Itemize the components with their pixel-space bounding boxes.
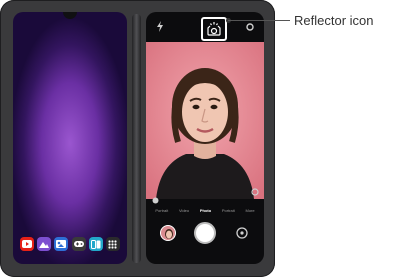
mode-item[interactable]: Portrait <box>222 208 235 213</box>
dual-screen-phone: Portrait Video Photo Portrait More <box>0 0 275 277</box>
mode-item[interactable]: Video <box>179 208 189 213</box>
youtube-icon[interactable] <box>20 237 34 251</box>
gallery-icon[interactable] <box>54 237 69 251</box>
camera-mode-bar: Portrait Video Photo Portrait More <box>146 204 264 216</box>
callout-label: Reflector icon <box>294 13 374 28</box>
thumbnail-image <box>165 229 173 239</box>
callout-line <box>228 20 290 21</box>
camera-top-bar <box>146 12 264 42</box>
switch-camera-icon[interactable] <box>234 225 250 241</box>
app-drawer-icon[interactable] <box>105 237 120 251</box>
timer-icon[interactable] <box>152 197 159 204</box>
games-icon[interactable] <box>71 237 86 251</box>
left-screen <box>13 12 127 264</box>
shutter-button[interactable] <box>194 222 216 244</box>
mode-item[interactable]: More <box>245 208 254 213</box>
photos-icon[interactable] <box>37 237 52 251</box>
mode-item-active[interactable]: Photo <box>200 208 211 213</box>
mode-item[interactable]: Portrait <box>155 208 168 213</box>
gallery-thumbnail[interactable] <box>160 225 176 241</box>
camera-notch <box>63 12 77 19</box>
app-dock <box>20 237 120 251</box>
settings-icon[interactable] <box>246 23 254 31</box>
reflector-icon[interactable] <box>206 21 222 37</box>
reflector-highlight <box>201 17 227 41</box>
reflector-mode-icon[interactable] <box>251 188 259 196</box>
portrait-subject <box>146 42 264 199</box>
camera-screen: Portrait Video Photo Portrait More <box>146 12 264 264</box>
split-screen-icon[interactable] <box>88 237 103 251</box>
hinge <box>132 14 141 263</box>
flash-off-icon[interactable] <box>156 21 164 32</box>
camera-viewfinder[interactable] <box>146 42 264 199</box>
